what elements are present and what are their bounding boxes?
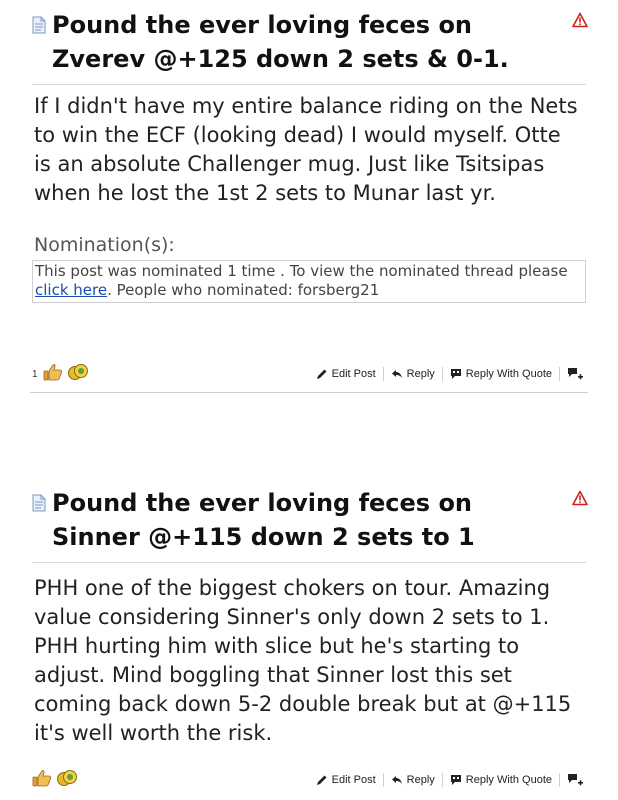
reply-label: Reply xyxy=(406,774,435,786)
post-reactions: 1 xyxy=(20,363,89,386)
nomination-box: This post was nominated 1 time . To view… xyxy=(32,260,586,303)
pencil-icon xyxy=(316,368,328,380)
edit-post-button[interactable]: Edit Post xyxy=(309,368,383,380)
report-post-icon[interactable] xyxy=(572,490,588,506)
title-divider xyxy=(32,84,586,85)
quote-bubble-icon xyxy=(450,368,462,380)
reply-arrow-icon xyxy=(391,368,403,380)
nomination-heading: Nomination(s): xyxy=(34,234,175,256)
nomination-nominators: . People who nominated: forsberg21 xyxy=(107,281,380,299)
edit-post-label: Edit Post xyxy=(331,774,376,786)
title-divider xyxy=(32,562,586,563)
pencil-icon xyxy=(316,774,328,786)
multi-quote-icon xyxy=(567,367,583,381)
document-icon xyxy=(32,494,46,512)
post-actions: Edit Post Reply Reply With Quote xyxy=(309,773,590,787)
reply-with-quote-button[interactable]: Reply With Quote xyxy=(443,774,559,786)
reply-with-quote-label: Reply With Quote xyxy=(465,774,552,786)
post-bottom-divider xyxy=(30,392,588,393)
edit-post-label: Edit Post xyxy=(331,368,376,380)
post-title-row: Pound the ever loving feces on Sinner @+… xyxy=(20,460,598,554)
multi-quote-button[interactable] xyxy=(560,367,590,381)
post-footer: 1 Edit Post Reply Reply With Quote xyxy=(20,360,598,388)
quote-bubble-icon xyxy=(450,774,462,786)
post-2: Pound the ever loving feces on Sinner @+… xyxy=(20,460,598,800)
document-icon xyxy=(32,16,46,34)
reply-with-quote-label: Reply With Quote xyxy=(465,368,552,380)
post-footer: Edit Post Reply Reply With Quote xyxy=(20,766,598,794)
edit-post-button[interactable]: Edit Post xyxy=(309,774,383,786)
post-title: Pound the ever loving feces on Sinner @+… xyxy=(52,489,475,551)
reply-label: Reply xyxy=(406,368,435,380)
post-title-row: Pound the ever loving feces on Zverev @+… xyxy=(20,0,598,76)
thumbs-up-icon[interactable] xyxy=(32,769,52,792)
reply-arrow-icon xyxy=(391,774,403,786)
report-post-icon[interactable] xyxy=(572,12,588,28)
coins-icon[interactable] xyxy=(56,769,78,792)
post-title: Pound the ever loving feces on Zverev @+… xyxy=(52,11,509,73)
post-reactions xyxy=(20,769,78,792)
reply-button[interactable]: Reply xyxy=(384,368,442,380)
coins-icon[interactable] xyxy=(67,363,89,386)
reply-with-quote-button[interactable]: Reply With Quote xyxy=(443,368,559,380)
thumbs-up-icon[interactable] xyxy=(43,363,63,386)
post-1: Pound the ever loving feces on Zverev @+… xyxy=(20,0,598,400)
nomination-text: This post was nominated 1 time . To view… xyxy=(35,262,568,280)
reply-button[interactable]: Reply xyxy=(384,774,442,786)
like-count: 1 xyxy=(32,368,38,380)
post-body: If I didn't have my entire balance ridin… xyxy=(34,94,578,205)
post-actions: Edit Post Reply Reply With Quote xyxy=(309,367,590,381)
nomination-link[interactable]: click here xyxy=(35,281,107,299)
multi-quote-button[interactable] xyxy=(560,773,590,787)
multi-quote-icon xyxy=(567,773,583,787)
post-body: PHH one of the biggest chokers on tour. … xyxy=(34,576,572,745)
